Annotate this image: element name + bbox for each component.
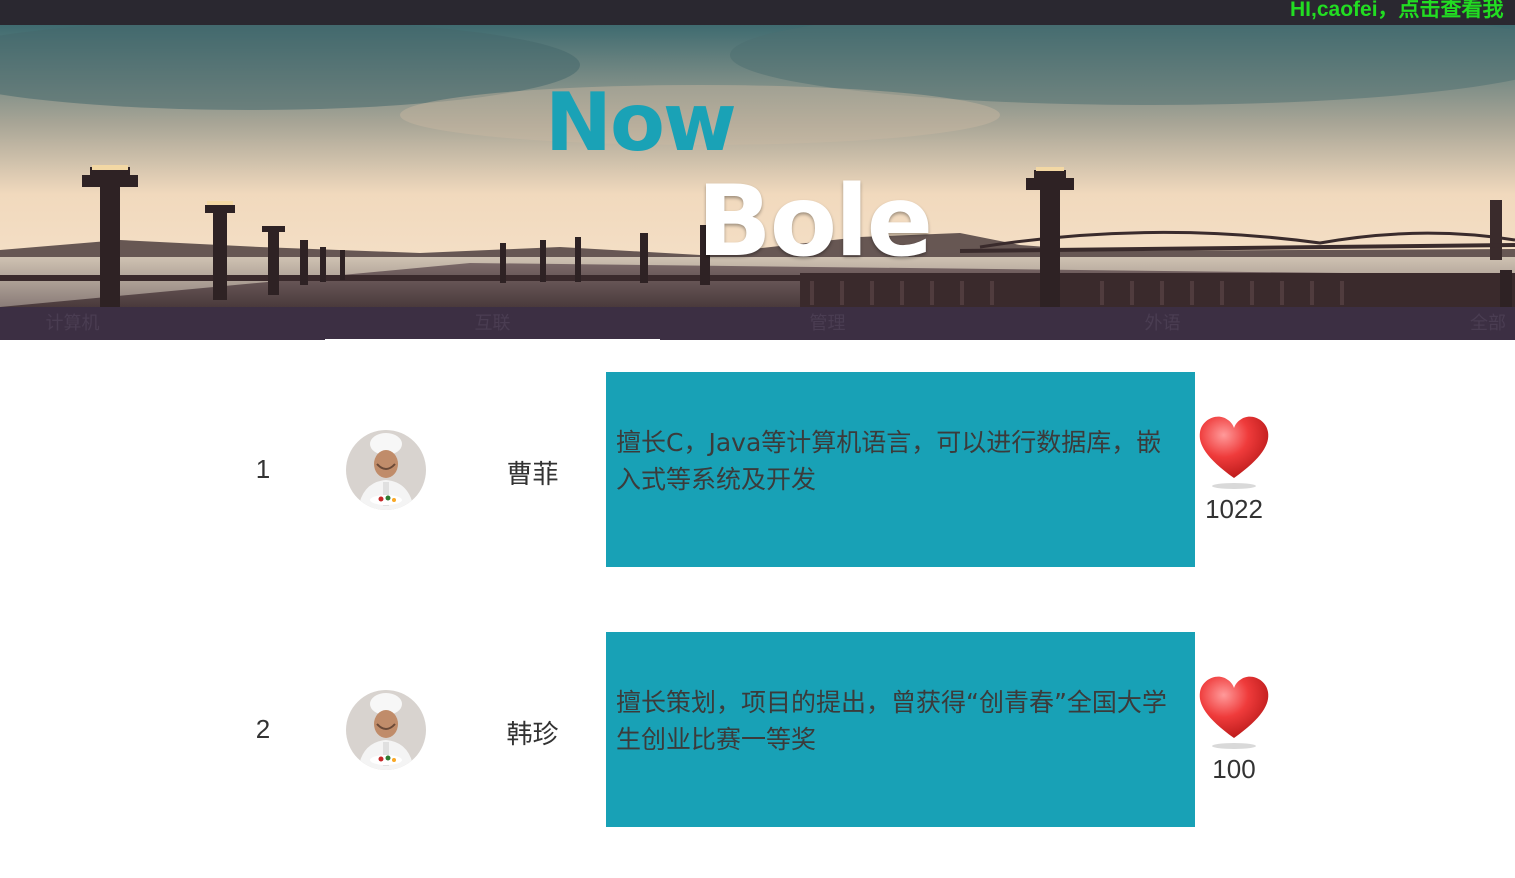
category-nav: 计算机 互联 管理 外语 全部 [0,307,1515,340]
list-item: 1 曹菲 擅长C，Java等计算机语言，可以进行数据库，嵌入式等系统及开发 10… [0,372,1515,567]
mentor-description: 擅长策划，项目的提出，曾获得“创青春”全国大学生创业比赛一等奖 [606,632,1195,827]
heart-icon[interactable] [1196,412,1272,492]
user-greeting-link[interactable]: HI,caofei，点击查看我 [1290,0,1504,23]
avatar[interactable] [346,430,426,510]
like-count: 100 [1212,754,1256,784]
nav-item-computer[interactable]: 计算机 [0,307,145,340]
chef-avatar-icon [346,690,426,770]
like-count: 1022 [1205,494,1263,524]
mentor-name: 曹菲 [506,459,559,489]
banner: Now Bole [0,25,1515,307]
top-bar: HI,caofei，点击查看我 [0,0,1515,25]
chef-avatar-icon [346,430,426,510]
nav-item-all[interactable]: 全部 [1470,307,1515,340]
mentor-name: 韩珍 [506,719,559,749]
nav-active-indicator [325,339,660,341]
avatar[interactable] [346,690,426,770]
nav-item-management[interactable]: 管理 [660,307,995,340]
rank-number: 2 [255,714,271,744]
nav-item-language[interactable]: 外语 [995,307,1330,340]
rank-number: 1 [255,454,271,484]
nav-item-internet[interactable]: 互联 [325,307,660,340]
logo-bole: Bole [697,165,933,279]
heart-icon[interactable] [1196,672,1272,752]
logo-now: Now [545,76,737,169]
list-item: 2 韩珍 擅长策划，项目的提出，曾获得“创青春”全国大学生创业比赛一等奖 100 [0,632,1515,827]
mentor-description: 擅长C，Java等计算机语言，可以进行数据库，嵌入式等系统及开发 [606,372,1195,567]
